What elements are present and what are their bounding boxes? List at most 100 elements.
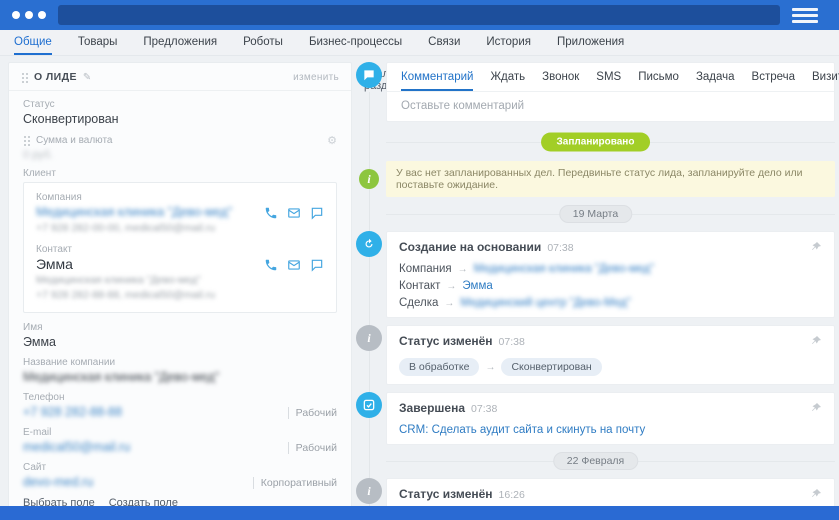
entry-row-label: Компания bbox=[399, 263, 452, 275]
phone-icon[interactable] bbox=[264, 258, 278, 272]
site-value[interactable]: devo-med.ru bbox=[23, 475, 93, 489]
comment-bubble-icon bbox=[356, 62, 382, 88]
company-name-value[interactable]: Медицинская клиника "Дево-мед" bbox=[23, 370, 337, 384]
edit-link[interactable]: изменить bbox=[293, 72, 339, 83]
pin-icon[interactable] bbox=[810, 240, 822, 258]
contact-block: Контакт Эмма Медицинская клиника "Дево-м… bbox=[36, 244, 324, 302]
timeline-entry-created-from: Создание на основании 07:38 Компания → М… bbox=[356, 231, 835, 318]
pin-icon[interactable] bbox=[810, 487, 822, 505]
tab-vstrecha[interactable]: Встреча bbox=[752, 71, 795, 91]
company-contacts: +7 928 282-00-00, medical50@mail.ru bbox=[36, 222, 264, 235]
field-label: Сайт bbox=[23, 462, 337, 473]
phone-icon[interactable] bbox=[264, 206, 278, 220]
date-divider: 19 Марта bbox=[356, 205, 835, 223]
entry-row-link[interactable]: Медицинский центр "Дево-Мед" bbox=[460, 297, 630, 309]
gear-icon[interactable]: ⚙ bbox=[327, 134, 337, 147]
sync-icon bbox=[356, 231, 382, 257]
task-link[interactable]: CRM: Сделать аудит сайта и скинуть на по… bbox=[399, 424, 645, 436]
status-chip: В обработке bbox=[399, 358, 479, 376]
planned-badge[interactable]: Запланировано bbox=[541, 133, 651, 152]
email-icon[interactable] bbox=[287, 258, 301, 272]
info-icon: i bbox=[356, 325, 382, 351]
tab-roboty[interactable]: Роботы bbox=[243, 36, 283, 55]
entry-time: 07:38 bbox=[471, 403, 497, 415]
tab-istoriya[interactable]: История bbox=[486, 36, 531, 55]
select-field-link[interactable]: Выбрать поле bbox=[23, 497, 95, 506]
tab-zadacha[interactable]: Задача bbox=[696, 71, 735, 91]
tab-prilozheniya[interactable]: Приложения bbox=[557, 36, 624, 55]
tab-pismo[interactable]: Письмо bbox=[638, 71, 679, 91]
status-chip: Сконвертирован bbox=[501, 358, 601, 376]
entry-row-link[interactable]: Эмма bbox=[462, 280, 492, 292]
name-value[interactable]: Эмма bbox=[23, 335, 337, 349]
window-dot[interactable] bbox=[38, 11, 46, 19]
field-label: Телефон bbox=[23, 392, 337, 403]
field-label: Контакт bbox=[36, 244, 264, 255]
drag-handle-icon[interactable] bbox=[23, 135, 30, 146]
contact-name[interactable]: Эмма bbox=[36, 257, 264, 272]
info-icon: i bbox=[359, 169, 379, 189]
phone-value[interactable]: +7 928 282-88-88 bbox=[23, 405, 122, 419]
address-bar[interactable] bbox=[58, 5, 780, 25]
chat-icon[interactable] bbox=[310, 258, 324, 272]
field-label: Статус bbox=[23, 99, 337, 110]
status-value[interactable]: Сконвертирован bbox=[23, 112, 337, 126]
window-dot[interactable] bbox=[12, 11, 20, 19]
tab-svyazi[interactable]: Связи bbox=[428, 36, 460, 55]
tab-zvonok[interactable]: Звонок bbox=[542, 71, 579, 91]
date-divider: 22 Февраля bbox=[356, 452, 835, 470]
entry-time: 16:26 bbox=[499, 489, 525, 501]
crm-lead-window: Общие Товары Предложения Роботы Бизнес-п… bbox=[0, 0, 839, 520]
pin-icon[interactable] bbox=[810, 334, 822, 352]
tab-obshchie[interactable]: Общие bbox=[14, 36, 52, 55]
no-planned-notice: У вас нет запланированных дел. Передвинь… bbox=[386, 161, 835, 197]
hamburger-menu-icon[interactable] bbox=[792, 8, 818, 23]
window-controls[interactable] bbox=[12, 11, 46, 19]
entry-row-label: Сделка bbox=[399, 297, 438, 309]
arrow-icon: → bbox=[446, 281, 456, 292]
name-field: Имя Эмма bbox=[23, 322, 337, 349]
pencil-icon[interactable]: ✎ bbox=[83, 72, 91, 83]
entry-title: Создание на основании bbox=[399, 240, 541, 254]
about-lead-section: О ЛИДЕ ✎ изменить Статус Сконвертирован … bbox=[8, 62, 352, 506]
entry-row-link[interactable]: Медицинская клиника "Дево-мед" bbox=[474, 263, 654, 275]
contact-company: Медицинская клиника "Дево-мед" bbox=[36, 274, 264, 287]
planned-divider: Запланировано bbox=[356, 129, 835, 155]
entry-title: Статус изменён bbox=[399, 487, 493, 501]
entry-title: Статус изменён bbox=[399, 334, 493, 348]
company-link[interactable]: Медицинская клиника "Дево-мед" bbox=[36, 205, 264, 220]
window-dot[interactable] bbox=[25, 11, 33, 19]
field-label: Имя bbox=[23, 322, 337, 333]
field-label: Сумма и валюта bbox=[36, 135, 112, 146]
email-value[interactable]: medical50@mail.ru bbox=[23, 440, 130, 454]
arrow-icon: → bbox=[458, 264, 468, 275]
create-field-link[interactable]: Создать поле bbox=[109, 497, 178, 506]
contact-contacts: +7 928 282-88-88, medical50@mail.ru bbox=[36, 289, 264, 302]
tab-biznes-processy[interactable]: Бизнес-процессы bbox=[309, 36, 402, 55]
tab-vizit[interactable]: Визит bbox=[812, 71, 839, 91]
tab-predlozheniya[interactable]: Предложения bbox=[143, 36, 217, 55]
chat-icon[interactable] bbox=[310, 206, 324, 220]
status-field: Статус Сконвертирован bbox=[23, 99, 337, 126]
pin-icon[interactable] bbox=[810, 401, 822, 419]
drag-handle-icon[interactable] bbox=[21, 72, 28, 83]
timeline-entry-status-changed: i Статус изменён 16:26 Уточнение информа… bbox=[356, 478, 835, 506]
date-chip: 22 Февраля bbox=[553, 452, 639, 470]
entry-title: Завершена bbox=[399, 401, 465, 415]
browser-chrome bbox=[0, 0, 839, 30]
section-title: О ЛИДЕ bbox=[34, 71, 77, 83]
field-label: Клиент bbox=[23, 168, 337, 179]
tab-zhdat[interactable]: Ждать bbox=[490, 71, 525, 91]
info-icon: i bbox=[356, 478, 382, 504]
site-field: Сайт devo-med.ru Корпоративный bbox=[23, 462, 337, 489]
company-name-field: Название компании Медицинская клиника "Д… bbox=[23, 357, 337, 384]
comment-input[interactable] bbox=[387, 92, 834, 121]
tab-kommentariy[interactable]: Комментарий bbox=[401, 71, 473, 91]
composer-tabs: Комментарий Ждать Звонок SMS Письмо Зада… bbox=[387, 63, 834, 92]
tab-tovary[interactable]: Товары bbox=[78, 36, 118, 55]
email-icon[interactable] bbox=[287, 206, 301, 220]
amount-value[interactable]: 0 руб. bbox=[23, 149, 337, 162]
field-label: Название компании bbox=[23, 357, 337, 368]
timeline-entry-status-changed: i Статус изменён 07:38 В обработке → Ско… bbox=[356, 325, 835, 385]
tab-sms[interactable]: SMS bbox=[596, 71, 621, 91]
